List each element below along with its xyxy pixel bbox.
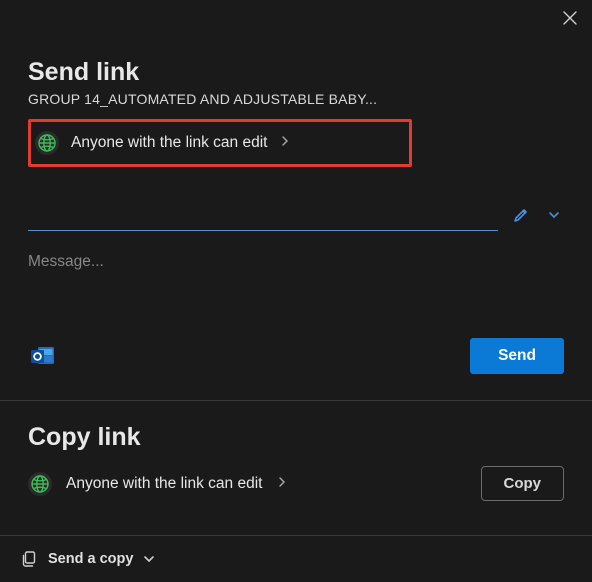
outlook-icon[interactable] — [28, 341, 58, 371]
globe-icon — [35, 131, 59, 155]
copy-file-icon — [20, 550, 38, 568]
recipient-row — [28, 199, 564, 231]
link-permission-button[interactable]: Anyone with the link can edit — [28, 119, 412, 167]
permission-dropdown[interactable] — [544, 205, 564, 225]
chevron-right-icon — [278, 475, 286, 493]
send-row: Send — [28, 338, 564, 400]
chevron-down-icon — [143, 555, 155, 563]
copy-permission-button[interactable]: Anyone with the link can edit — [28, 472, 286, 496]
topbar — [0, 0, 592, 28]
copy-button[interactable]: Copy — [481, 466, 565, 501]
chevron-down-icon — [548, 211, 560, 219]
copy-link-title: Copy link — [28, 423, 564, 452]
send-button[interactable]: Send — [470, 338, 564, 374]
recipient-input[interactable] — [28, 199, 498, 231]
share-dialog: Send link GROUP 14_AUTOMATED AND ADJUSTA… — [0, 0, 592, 582]
copy-row: Anyone with the link can edit Copy — [28, 466, 564, 501]
send-a-copy-label: Send a copy — [48, 551, 133, 567]
chevron-right-icon — [281, 134, 289, 152]
send-link-title: Send link — [28, 58, 564, 87]
globe-icon — [28, 472, 52, 496]
send-a-copy-button[interactable]: Send a copy — [0, 535, 592, 582]
edit-permission-button[interactable] — [508, 202, 534, 228]
pencil-icon — [512, 206, 530, 224]
file-name: GROUP 14_AUTOMATED AND ADJUSTABLE BABY..… — [28, 91, 564, 107]
close-icon — [563, 11, 577, 25]
message-input[interactable] — [28, 253, 564, 271]
copy-permission-text: Anyone with the link can edit — [66, 475, 262, 493]
close-button[interactable] — [560, 8, 580, 28]
permission-text: Anyone with the link can edit — [71, 134, 267, 152]
